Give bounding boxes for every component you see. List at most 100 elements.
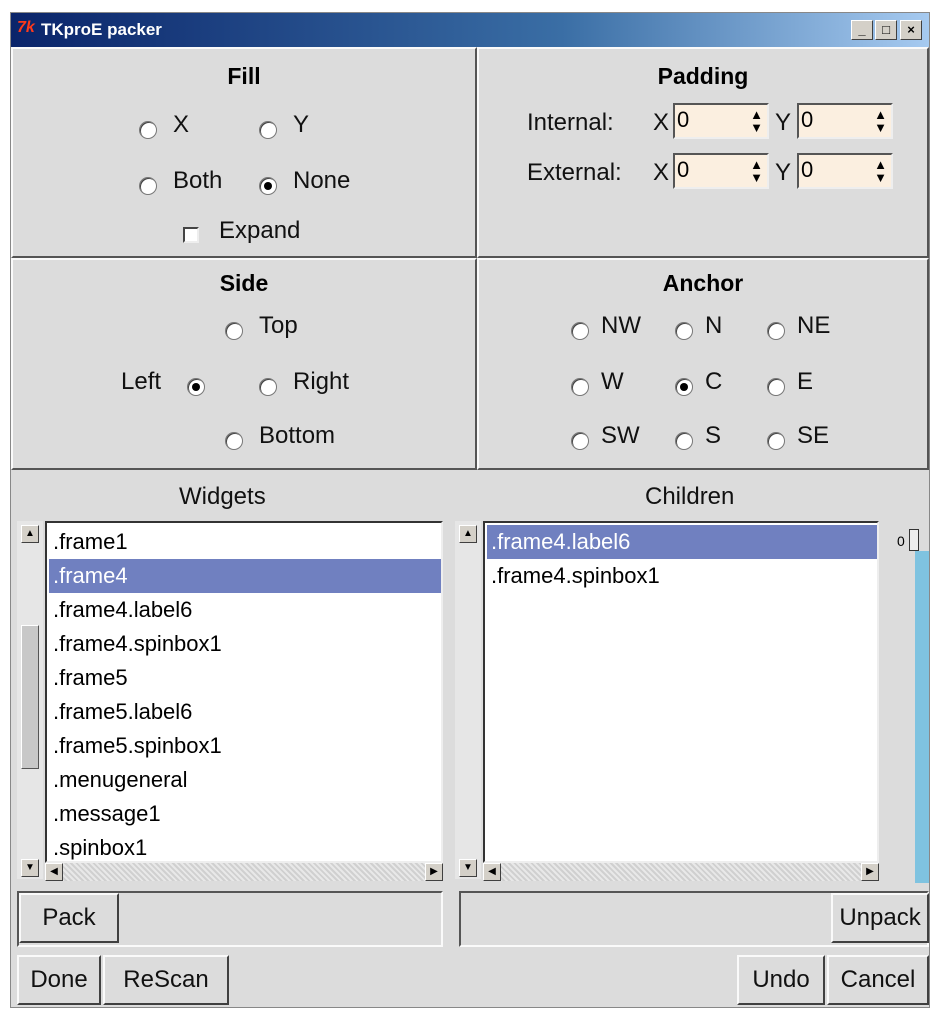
external-x-label: X: [653, 159, 670, 186]
fill-panel: Fill X Y Both None Expand: [11, 47, 477, 258]
scroll-down-icon[interactable]: ▼: [21, 859, 39, 877]
fill-x-radio[interactable]: [139, 121, 157, 139]
anchor-e-label: E: [797, 368, 814, 395]
fill-title: Fill: [227, 63, 261, 89]
fill-none-radio[interactable]: [259, 177, 277, 195]
widget-item[interactable]: .frame4.label6: [49, 593, 441, 627]
widget-item[interactable]: .frame5: [49, 661, 441, 695]
internal-x-spinbox[interactable]: 0 ▲ ▼: [673, 103, 769, 139]
anchor-nw-label: NW: [601, 312, 641, 339]
anchor-n-label: N: [705, 312, 723, 339]
internal-y-spinbox[interactable]: 0 ▲ ▼: [797, 103, 893, 139]
children-hscrollbar[interactable]: ◀ ▶: [483, 863, 879, 881]
side-panel: Side Top Left Right Bottom: [11, 258, 477, 470]
close-button[interactable]: ×: [900, 20, 922, 40]
widget-item-selected[interactable]: .frame4: [49, 559, 441, 593]
external-label: External:: [527, 159, 622, 186]
fill-both-label: Both: [173, 167, 223, 194]
pack-button[interactable]: Pack: [19, 893, 119, 943]
anchor-panel: Anchor NW N NE W C E SW S SE: [477, 258, 929, 470]
fill-none-label: None: [293, 167, 351, 194]
widgets-scroll-thumb[interactable]: [21, 625, 39, 769]
scroll-right-icon[interactable]: ▶: [861, 863, 879, 881]
unpack-button[interactable]: Unpack: [831, 893, 929, 943]
fill-both-radio[interactable]: [139, 177, 157, 195]
children-listbox[interactable]: .frame4.label6 .frame4.spinbox1: [483, 521, 879, 863]
widgets-hscrollbar[interactable]: ◀ ▶: [45, 863, 443, 881]
scale-trough[interactable]: [915, 551, 929, 883]
scroll-up-icon[interactable]: ▲: [459, 525, 477, 543]
side-left-radio[interactable]: [187, 378, 205, 396]
widgets-listbox[interactable]: .frame1 .frame4 .frame4.label6 .frame4.s…: [45, 521, 443, 863]
widgets-vscrollbar[interactable]: ▲ ▼: [17, 521, 43, 879]
side-bottom-radio[interactable]: [225, 432, 243, 450]
anchor-title: Anchor: [662, 270, 744, 296]
cancel-button[interactable]: Cancel: [827, 955, 929, 1005]
anchor-se-label: SE: [797, 422, 830, 449]
internal-x-label: X: [653, 109, 670, 136]
tk-logo-icon: 7k: [17, 19, 35, 36]
internal-y-value: 0: [801, 107, 814, 132]
padding-title: Padding: [657, 63, 749, 89]
anchor-e-radio[interactable]: [767, 378, 785, 396]
child-item-selected[interactable]: .frame4.label6: [487, 525, 877, 559]
widgets-title: Widgets: [179, 483, 266, 510]
anchor-nw-radio[interactable]: [571, 322, 589, 340]
side-top-radio[interactable]: [225, 322, 243, 340]
widget-item[interactable]: .frame5.label6: [49, 695, 441, 729]
anchor-w-radio[interactable]: [571, 378, 589, 396]
anchor-sw-label: SW: [601, 422, 640, 449]
scroll-up-icon[interactable]: ▲: [21, 525, 39, 543]
widget-item[interactable]: .message1: [49, 797, 441, 831]
children-vscrollbar[interactable]: ▲ ▼: [455, 521, 481, 879]
scale-slider-handle[interactable]: [909, 529, 919, 551]
anchor-c-radio[interactable]: [675, 378, 693, 396]
fill-y-label: Y: [293, 111, 310, 138]
external-y-spinbox[interactable]: 0 ▲ ▼: [797, 153, 893, 189]
side-top-label: Top: [259, 312, 298, 339]
title-bar[interactable]: 7k TKproE packer _ □ ×: [11, 13, 929, 47]
external-y-value: 0: [801, 157, 814, 182]
expand-checkbox[interactable]: [183, 227, 199, 243]
anchor-sw-radio[interactable]: [571, 432, 589, 450]
internal-x-value: 0: [677, 107, 690, 132]
side-left-label: Left: [121, 368, 162, 395]
scroll-left-icon[interactable]: ◀: [45, 863, 63, 881]
anchor-s-radio[interactable]: [675, 432, 693, 450]
packer-window: 7k TKproE packer _ □ × Fill X Y Both Non…: [10, 12, 930, 1008]
external-x-arrows-icon[interactable]: ▲ ▼: [750, 158, 763, 184]
scale-value: 0: [897, 533, 905, 549]
expand-label: Expand: [219, 217, 301, 244]
fill-y-radio[interactable]: [259, 121, 277, 139]
anchor-s-label: S: [705, 422, 722, 449]
scroll-right-icon[interactable]: ▶: [425, 863, 443, 881]
external-x-spinbox[interactable]: 0 ▲ ▼: [673, 153, 769, 189]
scroll-left-icon[interactable]: ◀: [483, 863, 501, 881]
widget-item[interactable]: .frame1: [49, 525, 441, 559]
widget-item[interactable]: .spinbox1: [49, 831, 441, 861]
anchor-n-radio[interactable]: [675, 322, 693, 340]
padding-panel: Padding Internal: X 0 ▲ ▼ Y 0 ▲ ▼ External…: [477, 47, 929, 258]
widget-item[interactable]: .frame5.spinbox1: [49, 729, 441, 763]
anchor-ne-radio[interactable]: [767, 322, 785, 340]
anchor-c-label: C: [705, 368, 723, 395]
internal-y-arrows-icon[interactable]: ▲ ▼: [874, 108, 887, 134]
rescan-button[interactable]: ReScan: [103, 955, 229, 1005]
widget-item[interactable]: .frame4.spinbox1: [49, 627, 441, 661]
external-y-arrows-icon[interactable]: ▲ ▼: [874, 158, 887, 184]
child-item[interactable]: .frame4.spinbox1: [487, 559, 877, 593]
children-title: Children: [645, 483, 735, 510]
anchor-se-radio[interactable]: [767, 432, 785, 450]
maximize-button[interactable]: □: [875, 20, 897, 40]
undo-button[interactable]: Undo: [737, 955, 825, 1005]
scroll-down-icon[interactable]: ▼: [459, 859, 477, 877]
external-x-value: 0: [677, 157, 690, 182]
external-y-label: Y: [775, 159, 792, 186]
window-title: TKproE packer: [41, 20, 162, 39]
widget-item[interactable]: .menugeneral: [49, 763, 441, 797]
internal-x-arrows-icon[interactable]: ▲ ▼: [750, 108, 763, 134]
minimize-button[interactable]: _: [851, 20, 873, 40]
side-title: Side: [219, 270, 269, 296]
side-right-radio[interactable]: [259, 378, 277, 396]
done-button[interactable]: Done: [17, 955, 101, 1005]
